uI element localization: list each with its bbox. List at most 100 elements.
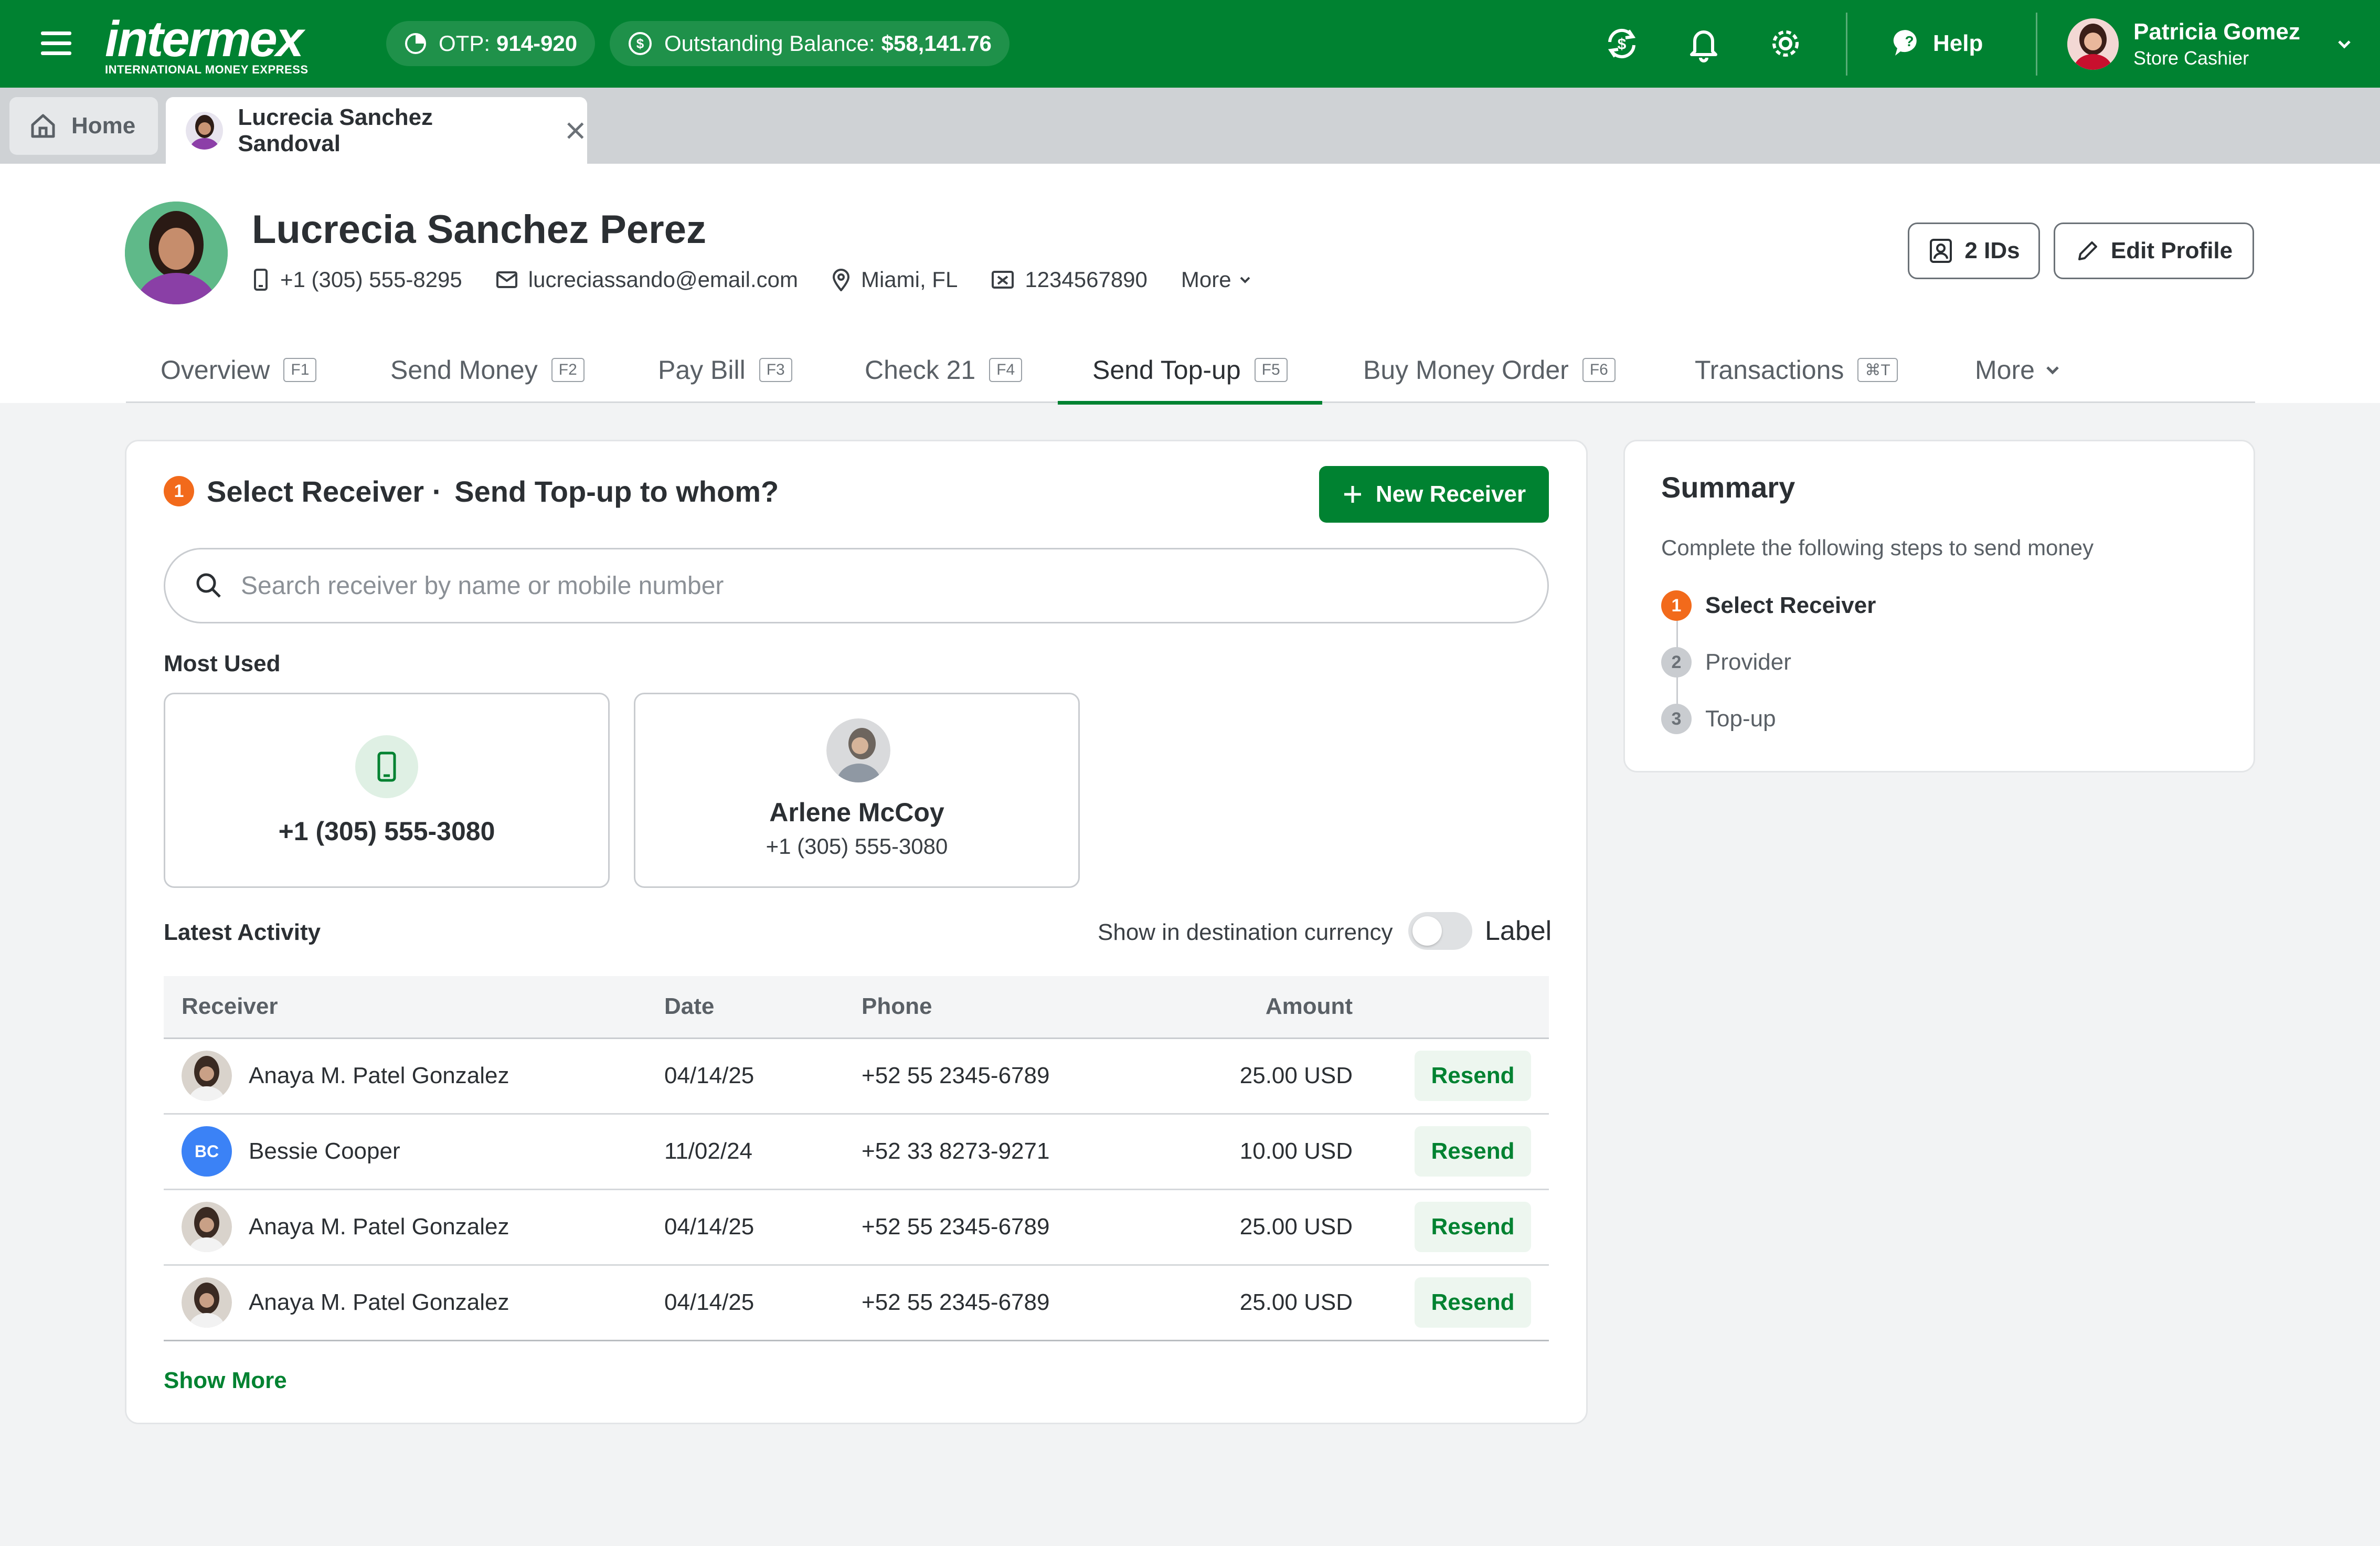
customer-id-number: 1234567890 (991, 267, 1148, 292)
row-phone: +52 33 8273-9271 (862, 1114, 1155, 1190)
tab-pay-bill[interactable]: Pay Bill F3 (658, 337, 792, 403)
row-phone: +52 55 2345-6789 (862, 1038, 1155, 1115)
customer-profile-header: Lucrecia Sanchez Perez +1 (305) 555-8295… (0, 164, 2380, 405)
summary-title: Summary (1661, 471, 1795, 504)
tab-customer[interactable]: Lucrecia Sanchez Sandoval (166, 97, 587, 164)
tab-send-money[interactable]: Send Money F2 (390, 337, 585, 403)
row-date: 11/02/24 (664, 1114, 862, 1190)
help-chat-icon: ? (1893, 30, 1917, 56)
column-amount[interactable]: Amount (1155, 976, 1353, 1039)
chevron-down-icon (2046, 366, 2059, 375)
table-row: Anaya M. Patel Gonzalez 04/14/25 +52 55 … (164, 1038, 1549, 1115)
row-phone: +52 55 2345-6789 (862, 1189, 1155, 1266)
outstanding-balance-badge: $ Outstanding Balance: $58,141.76 (610, 21, 1010, 66)
arlene-avatar (826, 718, 890, 782)
receiver-avatar (182, 1202, 232, 1252)
customer-phone[interactable]: +1 (305) 555-8295 (252, 267, 462, 292)
receiver-search-field[interactable] (164, 548, 1549, 623)
svg-text:$: $ (636, 36, 644, 51)
destination-currency-toggle[interactable] (1408, 912, 1472, 950)
customer-email[interactable]: lucreciassando@email.com (496, 267, 798, 292)
search-input[interactable] (241, 571, 1500, 600)
most-used-card-arlene[interactable]: Arlene McCoy +1 (305) 555-3080 (634, 693, 1080, 888)
user-menu[interactable]: Patricia Gomez Store Cashier (2067, 17, 2355, 71)
intermex-logo[interactable]: intermex INTERNATIONAL MONEY EXPRESS (105, 14, 357, 77)
row-amount: 25.00 USD (1155, 1038, 1353, 1115)
receiver-name: Anaya M. Patel Gonzalez (249, 1214, 509, 1240)
user-avatar (2067, 18, 2119, 70)
table-row: Anaya M. Patel Gonzalez 04/14/25 +52 55 … (164, 1265, 1549, 1341)
step-label: Provider (1705, 649, 1791, 675)
help-button[interactable]: ? Help (1892, 21, 1983, 66)
tab-check-21[interactable]: Check 21 F4 (865, 337, 1023, 403)
customer-avatar (125, 202, 228, 304)
latest-activity-table: Receiver Date Phone Amount Anaya M. Pate… (164, 976, 1549, 1341)
chevron-down-icon (1240, 277, 1250, 283)
column-date[interactable]: Date (664, 976, 862, 1039)
svg-text:?: ? (1905, 33, 1914, 49)
customer-contact-row: +1 (305) 555-8295 lucreciassando@email.c… (252, 267, 1253, 293)
row-amount: 25.00 USD (1155, 1265, 1353, 1341)
user-role: Store Cashier (2133, 47, 2249, 69)
receiver-avatar (182, 1277, 232, 1328)
receiver-initials-avatar: BC (182, 1126, 232, 1177)
receiver-name: Bessie Cooper (249, 1138, 400, 1164)
tab-transactions[interactable]: Transactions ⌘T (1695, 337, 1898, 403)
resend-button[interactable]: Resend (1415, 1126, 1531, 1177)
row-phone: +52 55 2345-6789 (862, 1265, 1155, 1341)
resend-button[interactable]: Resend (1415, 1277, 1531, 1328)
row-amount: 10.00 USD (1155, 1114, 1353, 1190)
summary-description: Complete the following steps to send mon… (1661, 535, 2094, 560)
new-receiver-button[interactable]: New Receiver (1319, 466, 1549, 523)
column-phone[interactable]: Phone (862, 976, 1155, 1039)
email-icon (496, 271, 517, 288)
menu-icon[interactable] (41, 31, 71, 56)
select-receiver-heading: 1 Select Receiver · Send Top-up to whom? (164, 474, 779, 508)
id-card-icon (992, 271, 1014, 289)
most-used-phone: +1 (305) 555-3080 (766, 834, 948, 859)
location-pin-icon (832, 269, 849, 291)
column-receiver[interactable]: Receiver (164, 976, 664, 1039)
edit-profile-button[interactable]: Edit Profile (2054, 223, 2254, 279)
customer-location: Miami, FL (832, 267, 958, 292)
toggle-label: Label (1485, 916, 1552, 946)
step-number-badge: 1 (1661, 590, 1692, 621)
settings-gear-icon[interactable] (1763, 21, 1808, 66)
step-subtitle: Send Top-up to whom? (454, 474, 779, 508)
step-title: Select Receiver · (207, 474, 442, 508)
tab-more[interactable]: More (1975, 337, 2063, 403)
summary-step-3: 3 Top-up (1661, 703, 1776, 735)
profile-more-dropdown[interactable]: More (1181, 267, 1253, 292)
row-date: 04/14/25 (664, 1265, 862, 1341)
ids-button[interactable]: 2 IDs (1908, 223, 2040, 279)
workspace-tabs: Home Lucrecia Sanchez Sandoval (0, 88, 2380, 164)
customer-tab-avatar (186, 111, 224, 150)
pencil-icon (2078, 241, 2097, 260)
exchange-rate-icon[interactable]: $ (1599, 21, 1644, 66)
timer-icon (405, 33, 426, 54)
tab-overview[interactable]: Overview F1 (161, 337, 317, 403)
close-tab-icon[interactable] (564, 119, 587, 142)
id-badge-icon (1930, 239, 1952, 263)
row-amount: 25.00 USD (1155, 1189, 1353, 1266)
latest-activity-label: Latest Activity (164, 919, 321, 945)
tab-send-top-up[interactable]: Send Top-up F5 (1058, 337, 1322, 405)
destination-currency-toggle-text: Show in destination currency (1098, 919, 1393, 945)
search-icon (196, 573, 221, 598)
show-more-link[interactable]: Show More (164, 1368, 287, 1394)
row-date: 04/14/25 (664, 1189, 862, 1266)
step-label: Select Receiver (1705, 592, 1876, 618)
tab-buy-money-order[interactable]: Buy Money Order F6 (1363, 337, 1616, 403)
notifications-bell-icon[interactable] (1681, 21, 1726, 66)
resend-button[interactable]: Resend (1415, 1051, 1531, 1101)
most-used-label: Most Used (164, 651, 281, 676)
phone-avatar (355, 735, 418, 798)
receiver-avatar (182, 1051, 232, 1101)
row-date: 04/14/25 (664, 1038, 862, 1115)
column-actions (1353, 976, 1549, 1039)
tab-home[interactable]: Home (9, 97, 158, 155)
table-header-row: Receiver Date Phone Amount (164, 976, 1549, 1039)
most-used-card-phone[interactable]: +1 (305) 555-3080 (164, 693, 610, 888)
otp-badge: OTP: 914-920 (386, 21, 596, 66)
resend-button[interactable]: Resend (1415, 1202, 1531, 1252)
